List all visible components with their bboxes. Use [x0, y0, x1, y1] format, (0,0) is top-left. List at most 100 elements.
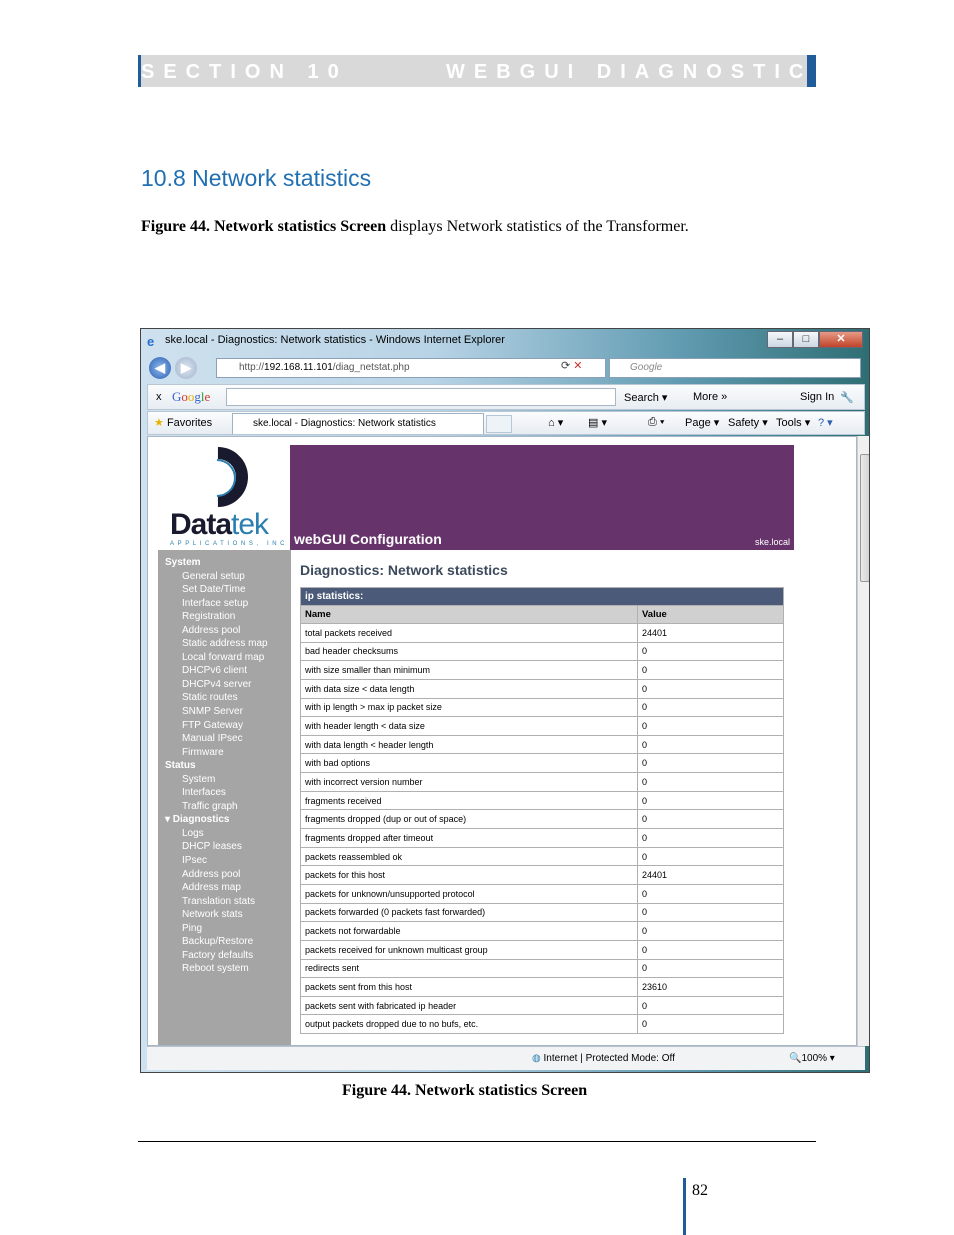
menu-item[interactable]: Firmware — [165, 746, 268, 760]
menu-item[interactable]: Interfaces — [165, 786, 268, 800]
google-search-input[interactable] — [226, 388, 616, 406]
title-bar: e ske.local - Diagnostics: Network stati… — [141, 329, 869, 353]
stat-value: 0 — [637, 772, 784, 792]
stat-value: 24401 — [637, 865, 784, 885]
banner: webGUI Configuration ske.local — [290, 445, 794, 550]
scrollbar-thumb[interactable] — [860, 454, 869, 582]
menu-item[interactable]: System — [165, 773, 268, 787]
search-box[interactable]: Google — [609, 358, 861, 378]
menu-item[interactable]: Ping — [165, 922, 268, 936]
zoom-control[interactable]: 🔍100% ▾ — [789, 1053, 835, 1064]
stat-name: total packets received — [300, 623, 638, 643]
refresh-icon[interactable]: ⟳ — [561, 360, 570, 372]
sign-in-button[interactable]: Sign In — [800, 391, 834, 403]
menu-item[interactable]: DHCPv6 client — [165, 664, 268, 678]
new-tab-button[interactable] — [486, 415, 512, 433]
stat-name: output packets dropped due to no bufs, e… — [300, 1014, 638, 1035]
menu-item[interactable]: Static routes — [165, 691, 268, 705]
menu-item[interactable]: Factory defaults — [165, 949, 268, 963]
table-row: redirects sent 0 — [300, 958, 784, 979]
menu-item[interactable]: Logs — [165, 827, 268, 841]
table-row: packets for this host 24401 — [300, 865, 784, 885]
menu-item[interactable]: DHCP leases — [165, 840, 268, 854]
stat-name: with data size < data length — [300, 678, 638, 699]
table-row: with header length < data size 0 — [300, 716, 784, 736]
stat-value: 0 — [637, 734, 784, 755]
stat-value: 0 — [637, 790, 784, 811]
menu-item[interactable]: IPsec — [165, 854, 268, 868]
address-bar[interactable]: http://192.168.11.101/diag_netstat.php — [216, 358, 606, 378]
stats-table: ip statistics: Name Value total packets … — [300, 587, 784, 1035]
favorites-button[interactable]: ★ Favorites — [154, 416, 212, 429]
tab-current[interactable]: ske.local - Diagnostics: Network statist… — [232, 413, 484, 434]
stat-value: 0 — [637, 753, 784, 774]
stat-name: with incorrect version number — [300, 772, 638, 792]
safety-menu-label: Safety — [728, 417, 760, 429]
stat-value: 0 — [637, 883, 784, 904]
menu-item[interactable]: Local forward map — [165, 651, 268, 665]
menu-item[interactable]: FTP Gateway — [165, 719, 268, 733]
stat-value: 0 — [637, 902, 784, 923]
stop-icon[interactable]: ✕ — [573, 360, 582, 372]
menu-item[interactable]: Reboot system — [165, 962, 268, 976]
menu-item[interactable]: Interface setup — [165, 597, 268, 611]
menu-item[interactable]: Network stats — [165, 908, 268, 922]
table-row: with data size < data length 0 — [300, 678, 784, 699]
address-row: ◀ ▶ http://192.168.11.101/diag_netstat.p… — [141, 353, 869, 383]
ie-icon: e — [147, 334, 155, 349]
stat-name: fragments dropped after timeout — [300, 828, 638, 848]
menu-heading[interactable]: Status — [165, 759, 268, 773]
menu-item[interactable]: Address pool — [165, 868, 268, 882]
minimize-button[interactable]: – — [767, 331, 793, 348]
back-button[interactable]: ◀ — [149, 357, 171, 379]
home-icon[interactable]: ⌂ ▾ — [548, 416, 563, 429]
page-menu[interactable]: Page ▾ — [685, 416, 719, 429]
menu-item[interactable]: Backup/Restore — [165, 935, 268, 949]
google-search-button[interactable]: Search ▾ — [624, 391, 667, 404]
stat-name: with bad options — [300, 753, 638, 774]
menu-item[interactable]: DHCPv4 server — [165, 678, 268, 692]
nav-menu: System General setup Set Date/Time Interfac… — [165, 556, 268, 976]
stat-name: packets sent with fabricated ip header — [300, 995, 638, 1016]
wrench-icon[interactable]: 🔧 — [840, 391, 854, 404]
print-icon[interactable]: ⎙ ▾ — [648, 416, 664, 429]
menu-item[interactable]: Registration — [165, 610, 268, 624]
menu-item[interactable]: Manual IPsec — [165, 732, 268, 746]
help-icon[interactable]: ? ▾ — [818, 416, 833, 429]
more-button[interactable]: More » — [693, 391, 727, 403]
safety-menu[interactable]: Safety ▾ — [728, 416, 768, 429]
tools-menu-label: Tools — [776, 417, 802, 429]
menu-item[interactable]: SNMP Server — [165, 705, 268, 719]
vertical-scrollbar[interactable] — [857, 436, 869, 1046]
table-row: bad header checksums 0 — [300, 641, 784, 662]
menu-item[interactable]: Traffic graph — [165, 800, 268, 814]
close-button[interactable]: ✕ — [819, 331, 863, 348]
feeds-icon[interactable]: ▤ ▾ — [588, 416, 607, 429]
stat-value: 0 — [637, 1014, 784, 1035]
intro-paragraph: Figure 44. Network statistics Screen dis… — [141, 218, 689, 236]
table-row: packets for unknown/unsupported protocol… — [300, 883, 784, 904]
more-label: More — [693, 391, 719, 403]
menu-item[interactable]: Address pool — [165, 624, 268, 638]
menu-heading[interactable]: ▾ Diagnostics — [165, 813, 268, 827]
menu-item[interactable]: Translation stats — [165, 895, 268, 909]
menu-heading[interactable]: System — [165, 556, 268, 570]
page-menu-label: Page — [685, 417, 711, 429]
table-row: with incorrect version number 0 — [300, 772, 784, 792]
stat-name: packets reassembled ok — [300, 846, 638, 867]
status-text: Internet | Protected Mode: Off — [543, 1053, 675, 1064]
table-row: fragments dropped (dup or out of space) 0 — [300, 809, 784, 830]
stat-value: 24401 — [637, 623, 784, 643]
menu-item[interactable]: General setup — [165, 570, 268, 584]
maximize-button[interactable]: □ — [793, 331, 819, 348]
toolbar-close-icon[interactable]: x — [156, 391, 162, 403]
stat-name: packets for unknown/unsupported protocol — [300, 883, 638, 904]
stat-value: 0 — [637, 809, 784, 830]
table-row: with ip length > max ip packet size 0 — [300, 697, 784, 718]
menu-item[interactable]: Static address map — [165, 637, 268, 651]
stat-value: 0 — [637, 828, 784, 848]
menu-item[interactable]: Set Date/Time — [165, 583, 268, 597]
tools-menu[interactable]: Tools ▾ — [776, 416, 810, 429]
menu-item[interactable]: Address map — [165, 881, 268, 895]
forward-button[interactable]: ▶ — [175, 357, 197, 379]
